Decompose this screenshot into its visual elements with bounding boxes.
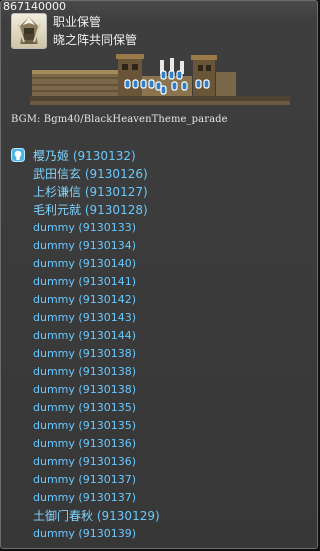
npc-name: dummy — [33, 473, 75, 486]
npc-id: (9130129) — [96, 509, 160, 523]
npc-list-item[interactable]: dummy (9130143) — [1, 309, 319, 327]
npc-name: dummy — [33, 437, 75, 450]
npc-name: dummy — [33, 293, 75, 306]
npc-name: 毛利元就 — [33, 203, 82, 217]
npc-name: dummy — [33, 239, 75, 252]
npc-list-item[interactable]: dummy (9130135) — [1, 417, 319, 435]
npc-list-item[interactable]: 樱乃姬 (9130132) — [1, 147, 319, 165]
npc-id: (9130139) — [78, 527, 136, 540]
npc-name: 上杉谦信 — [33, 185, 82, 199]
npc-list-item[interactable]: dummy (9130134) — [1, 237, 319, 255]
npc-id: (9130127) — [84, 185, 148, 199]
npc-name: 樱乃姬 — [33, 149, 70, 163]
npc-id: (9130126) — [84, 167, 148, 181]
npc-list-item[interactable]: dummy (9130133) — [1, 219, 319, 237]
npc-name: dummy — [33, 383, 75, 396]
npc-list-item[interactable]: 土御门春秋 (9130129) — [1, 507, 319, 525]
npc-id: (9130144) — [78, 329, 136, 342]
npc-id: (9130141) — [78, 275, 136, 288]
map-name: 晓之阵共同保管 — [53, 33, 138, 47]
npc-id: (9130133) — [78, 221, 136, 234]
npc-id: (9130135) — [78, 401, 136, 414]
npc-name: 土御门春秋 — [33, 509, 94, 523]
minimap-banner — [30, 54, 290, 105]
npc-name: 武田信玄 — [33, 167, 82, 181]
npc-name: dummy — [33, 491, 75, 504]
npc-bubble-icon — [11, 148, 25, 162]
npc-list-item[interactable]: dummy (9130136) — [1, 453, 319, 471]
npc-list-item[interactable]: dummy (9130138) — [1, 345, 319, 363]
npc-list-item[interactable]: dummy (9130140) — [1, 255, 319, 273]
npc-list-item[interactable]: dummy (9130138) — [1, 381, 319, 399]
map-category: 职业保管 — [53, 15, 102, 29]
npc-id: (9130140) — [78, 257, 136, 270]
map-info-panel: 867140000 职业保管 晓之阵共同保管 BGM: Bgm40/BlackH… — [0, 0, 318, 549]
npc-list-item[interactable]: dummy (9130136) — [1, 435, 319, 453]
npc-list-item[interactable]: dummy (9130138) — [1, 363, 319, 381]
npc-id: (9130143) — [78, 311, 136, 324]
npc-name: dummy — [33, 527, 75, 540]
npc-name: dummy — [33, 275, 75, 288]
npc-list-item[interactable]: 上杉谦信 (9130127) — [1, 183, 319, 201]
npc-id: (9130128) — [84, 203, 148, 217]
npc-id: (9130136) — [78, 437, 136, 450]
npc-name: dummy — [33, 419, 75, 432]
npc-id: (9130142) — [78, 293, 136, 306]
npc-name: dummy — [33, 257, 75, 270]
npc-list: 樱乃姬 (9130132) 武田信玄 (9130126) 上杉谦信 (9130127… — [1, 147, 319, 543]
npc-list-item[interactable]: dummy (9130144) — [1, 327, 319, 345]
npc-id: (9130138) — [78, 383, 136, 396]
npc-id: (9130137) — [78, 491, 136, 504]
npc-id: (9130134) — [78, 239, 136, 252]
map-id-label: 867140000 — [3, 0, 66, 13]
npc-name: dummy — [33, 401, 75, 414]
npc-name: dummy — [33, 455, 75, 468]
npc-list-item[interactable]: dummy (9130135) — [1, 399, 319, 417]
npc-name: dummy — [33, 365, 75, 378]
npc-name: dummy — [33, 347, 75, 360]
bgm-label: BGM: Bgm40/BlackHeavenTheme_parade — [11, 114, 228, 125]
npc-id: (9130138) — [78, 347, 136, 360]
npc-list-item[interactable]: dummy (9130139) — [1, 525, 319, 543]
npc-list-item[interactable]: 毛利元就 (9130128) — [1, 201, 319, 219]
npc-name: dummy — [33, 221, 75, 234]
npc-list-item[interactable]: dummy (9130137) — [1, 489, 319, 507]
npc-list-item[interactable]: dummy (9130137) — [1, 471, 319, 489]
npc-id: (9130138) — [78, 365, 136, 378]
npc-name: dummy — [33, 311, 75, 324]
npc-list-item[interactable]: dummy (9130141) — [1, 273, 319, 291]
npc-list-item[interactable]: 武田信玄 (9130126) — [1, 165, 319, 183]
npc-id: (9130135) — [78, 419, 136, 432]
map-icon — [11, 13, 47, 49]
npc-id: (9130136) — [78, 455, 136, 468]
npc-id: (9130137) — [78, 473, 136, 486]
npc-list-item[interactable]: dummy (9130142) — [1, 291, 319, 309]
npc-name: dummy — [33, 329, 75, 342]
npc-id: (9130132) — [72, 149, 136, 163]
